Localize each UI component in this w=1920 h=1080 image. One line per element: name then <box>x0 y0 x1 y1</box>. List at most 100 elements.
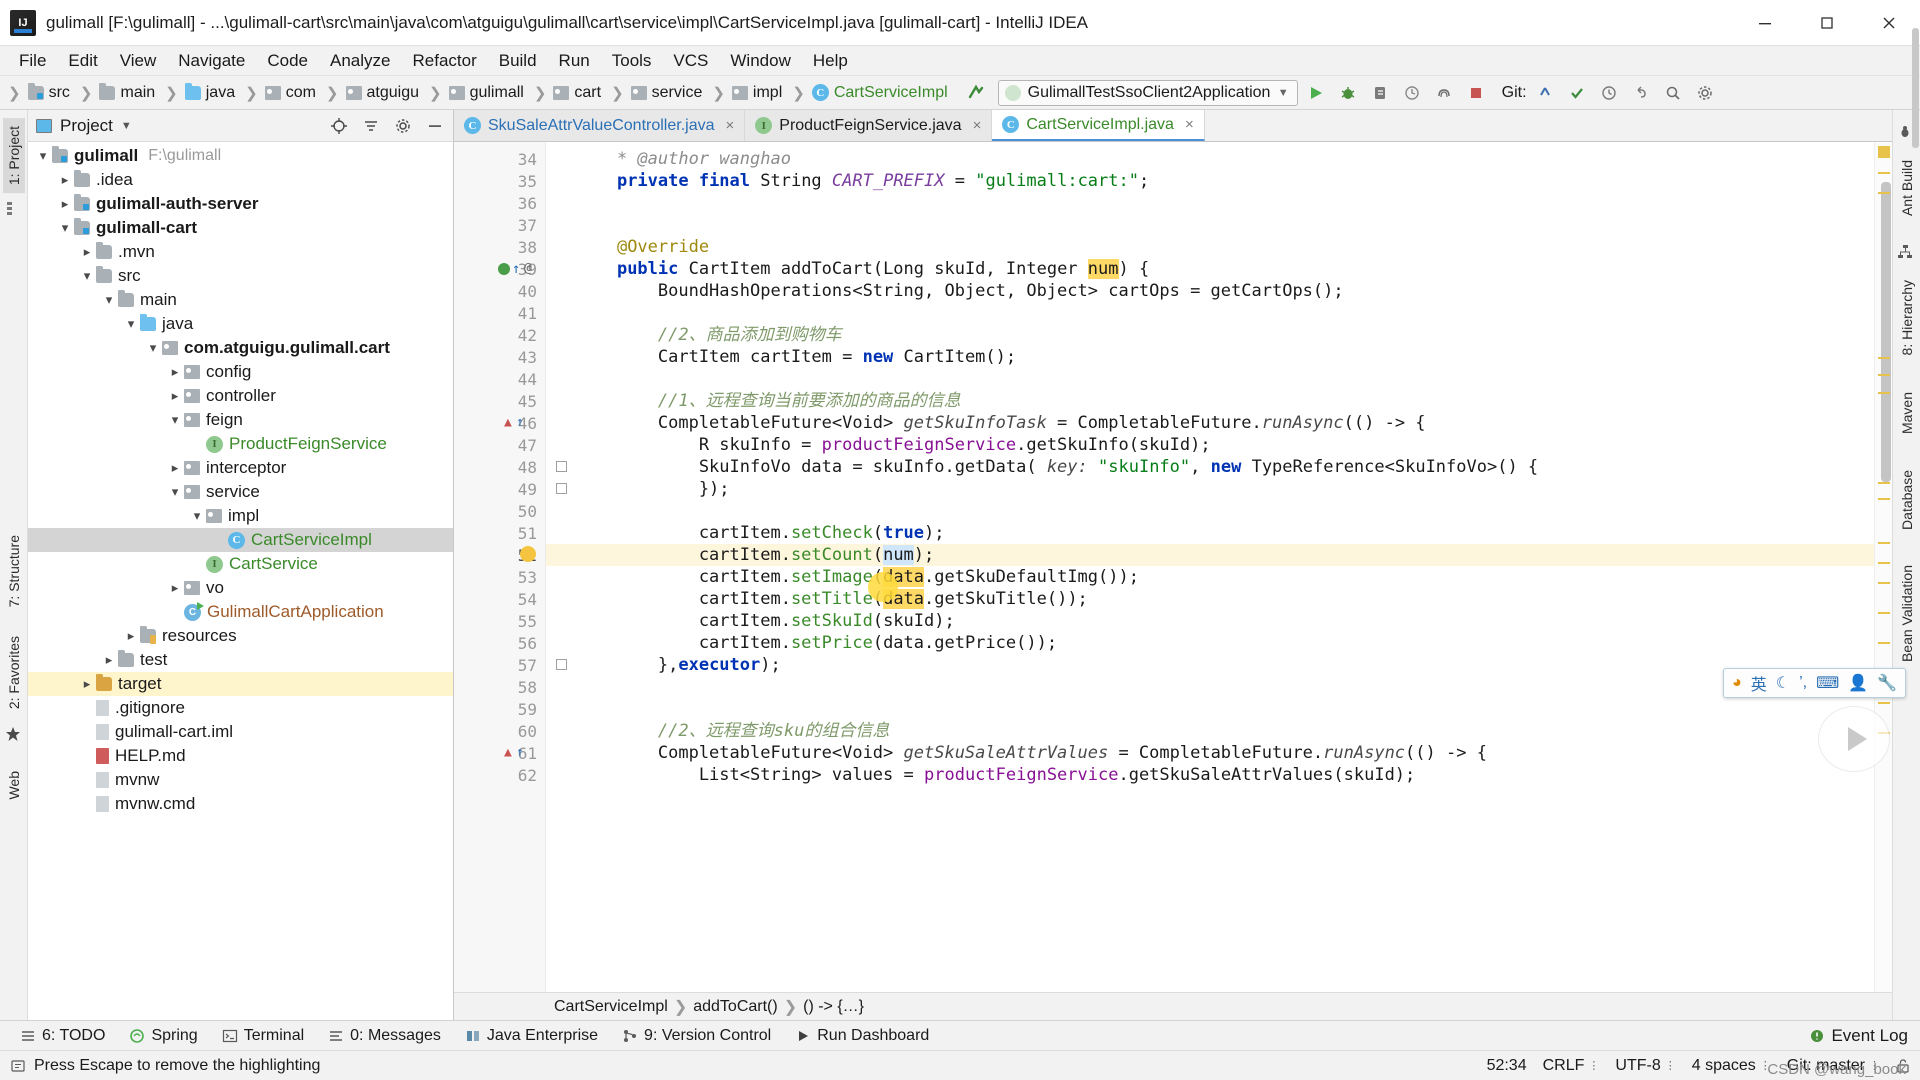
line-number[interactable]: 43 <box>454 346 545 368</box>
line-number[interactable]: 58 <box>454 676 545 698</box>
rail-tab-ant-build[interactable]: Ant Build <box>1896 152 1918 224</box>
line-number[interactable]: 49 <box>454 478 545 500</box>
rail-tab-project[interactable]: 1: Project <box>2 118 25 194</box>
line-number[interactable]: 51 <box>454 522 545 544</box>
tree-node[interactable]: ▸ config <box>28 360 453 384</box>
line-number[interactable]: 54 <box>454 588 545 610</box>
toolwindow-spring[interactable]: Spring <box>117 1021 209 1051</box>
tree-node[interactable]: mvnw <box>28 768 453 792</box>
line-number[interactable]: 38 <box>454 236 545 258</box>
editor-tab-skusaleattrvaluecontroller[interactable]: C SkuSaleAttrValueController.java × <box>454 110 746 141</box>
toolwindow-messages[interactable]: 0: Messages <box>316 1021 453 1051</box>
menu-run[interactable]: Run <box>548 48 601 74</box>
line-number[interactable]: 45 <box>454 390 545 412</box>
chevron-down-icon[interactable]: ▾ <box>78 268 96 284</box>
tree-node[interactable]: ▸ target <box>28 672 453 696</box>
chevron-down-icon[interactable]: ▾ <box>100 292 118 308</box>
punctuation-icon[interactable]: ’, <box>1799 674 1807 692</box>
history-button[interactable] <box>1595 80 1623 106</box>
breadcrumb-src[interactable]: ❯ src <box>2 82 74 102</box>
rail-tab-structure[interactable]: 7: Structure <box>3 527 25 615</box>
code-line[interactable]: @Override <box>546 236 1874 258</box>
code-line[interactable]: },executor); <box>546 654 1874 676</box>
tree-node[interactable]: HELP.md <box>28 744 453 768</box>
undo-button[interactable] <box>1627 80 1655 106</box>
menu-vcs[interactable]: VCS <box>662 48 719 74</box>
keyboard-icon[interactable]: ⌨ <box>1816 673 1839 693</box>
rail-tab-favorites[interactable]: 2: Favorites <box>3 628 25 717</box>
editor-marker[interactable] <box>1878 357 1890 359</box>
line-number[interactable]: 47 <box>454 434 545 456</box>
chevron-right-icon[interactable]: ▸ <box>166 364 184 380</box>
line-number[interactable]: 59 <box>454 698 545 720</box>
line-number[interactable]: 35 <box>454 170 545 192</box>
line-number[interactable]: 57 <box>454 654 545 676</box>
close-tab-icon[interactable]: × <box>726 117 735 134</box>
editor-marker[interactable] <box>1878 392 1890 394</box>
tree-node[interactable]: ▸ resources <box>28 624 453 648</box>
line-number[interactable]: 62 <box>454 764 545 786</box>
editor-tab-cartserviceimpl[interactable]: C CartServiceImpl.java × <box>992 110 1205 141</box>
editor-marker[interactable] <box>1878 702 1890 704</box>
tree-node[interactable]: ▾ java <box>28 312 453 336</box>
chevron-right-icon[interactable]: ▸ <box>122 628 140 644</box>
code-line[interactable]: List<String> values = productFeignServic… <box>546 764 1874 786</box>
line-number[interactable]: 37 <box>454 214 545 236</box>
menu-code[interactable]: Code <box>256 48 319 74</box>
tree-node[interactable]: ▾ gulimall F:\gulimall <box>28 144 453 168</box>
line-number[interactable]: ↑ @39 <box>454 258 545 280</box>
rail-tab-database[interactable]: Database <box>1896 462 1918 538</box>
floating-play-widget[interactable] <box>1818 706 1890 772</box>
code-line[interactable]: //1、远程查询当前要添加的商品的信息 <box>546 390 1874 412</box>
code-editor[interactable]: 34 35 36 37 38 ↑ @39 40 41 42 43 44 45 ▲ ↑ 46 47 48 49 50 51… <box>454 142 1892 992</box>
editor-marker[interactable] <box>1878 374 1890 376</box>
menu-navigate[interactable]: Navigate <box>167 48 256 74</box>
menu-analyze[interactable]: Analyze <box>319 48 401 74</box>
chevron-down-icon[interactable]: ▾ <box>122 316 140 332</box>
tree-node[interactable]: ▾ src <box>28 264 453 288</box>
breadcrumb-cartserviceimpl[interactable]: ❯ C CartServiceImpl <box>786 84 951 102</box>
tree-node[interactable]: ▸ .mvn <box>28 240 453 264</box>
breadcrumb-service[interactable]: ❯ service <box>605 84 706 102</box>
editor-marker[interactable] <box>1878 482 1890 484</box>
menu-window[interactable]: Window <box>719 48 801 74</box>
search-everywhere-button[interactable] <box>1659 80 1687 106</box>
line-number[interactable]: 41 <box>454 302 545 324</box>
run-button[interactable] <box>1302 80 1330 106</box>
make-project-button[interactable] <box>962 80 990 106</box>
chevron-right-icon[interactable]: ▸ <box>78 676 96 692</box>
line-number[interactable]: 40 <box>454 280 545 302</box>
menu-file[interactable]: File <box>8 48 57 74</box>
code-line[interactable]: cartItem.setTitle(data.getSkuTitle()); <box>546 588 1874 610</box>
tree-node[interactable]: ▸ .idea <box>28 168 453 192</box>
code-content[interactable]: * @author wanghao private final String C… <box>546 142 1874 992</box>
code-line[interactable]: }); <box>546 478 1874 500</box>
editor-marker[interactable] <box>1878 542 1890 544</box>
tree-node[interactable]: ▾ service <box>28 480 453 504</box>
tree-node[interactable]: .gitignore <box>28 696 453 720</box>
line-number-gutter[interactable]: 34 35 36 37 38 ↑ @39 40 41 42 43 44 45 ▲ ↑ 46 47 48 49 50 51… <box>454 142 546 992</box>
chevron-right-icon[interactable]: ▸ <box>166 460 184 476</box>
line-number[interactable]: 53 <box>454 566 545 588</box>
encoding-selector[interactable]: UTF-8 ⋮ <box>1615 1057 1675 1075</box>
line-number[interactable]: 42 <box>454 324 545 346</box>
chevron-down-icon[interactable]: ▾ <box>166 412 184 428</box>
tree-node[interactable]: gulimall-cart.iml <box>28 720 453 744</box>
project-tree-scrollbar[interactable] <box>1912 28 1919 148</box>
tree-node[interactable]: ▾ gulimall-cart <box>28 216 453 240</box>
tree-node[interactable]: ▾ main <box>28 288 453 312</box>
menu-build[interactable]: Build <box>488 48 548 74</box>
chevron-right-icon[interactable]: ▸ <box>100 652 118 668</box>
stop-button[interactable] <box>1462 80 1490 106</box>
menu-view[interactable]: View <box>109 48 168 74</box>
line-number[interactable]: 60 <box>454 720 545 742</box>
moon-icon[interactable]: ☾ <box>1776 673 1790 693</box>
fold-column[interactable] <box>546 142 576 992</box>
code-line[interactable] <box>546 192 1874 214</box>
line-number[interactable]: ▲ ↑ 46 <box>454 412 545 434</box>
debug-button[interactable] <box>1334 80 1362 106</box>
run-configuration-selector[interactable]: GulimallTestSsoClient2Application ▼ <box>997 79 1298 106</box>
code-line[interactable] <box>546 676 1874 698</box>
line-separator-selector[interactable]: CRLF ⋮ <box>1543 1057 1600 1075</box>
chevron-down-icon[interactable]: ▾ <box>144 340 162 356</box>
